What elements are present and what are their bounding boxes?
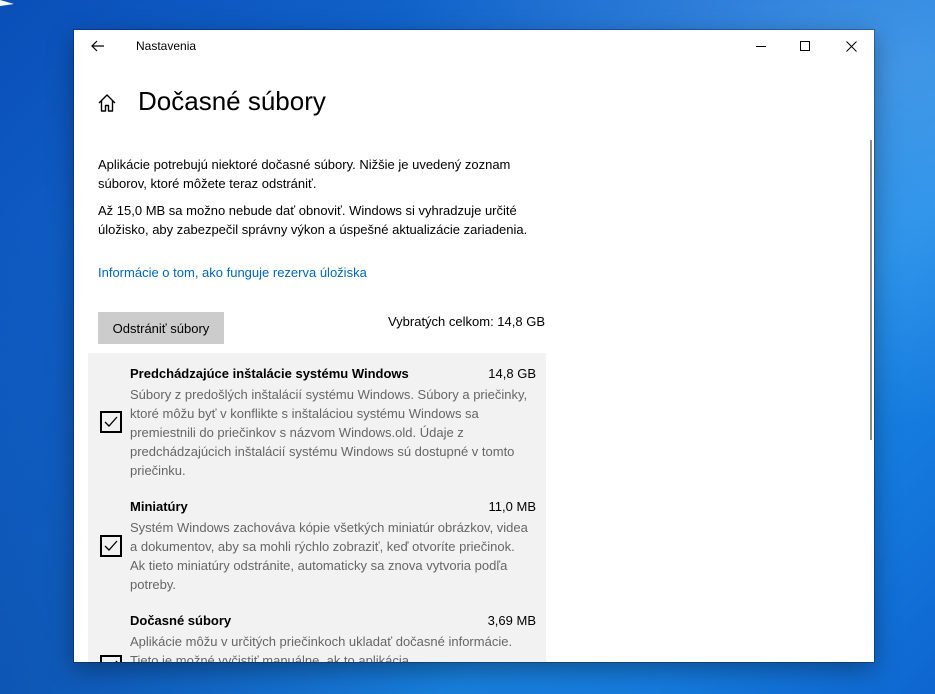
mouse-cursor-icon [0, 0, 14, 6]
maximize-icon [799, 40, 810, 51]
description-text: Aplikácie potrebujú niektoré dočasné súb… [98, 157, 511, 191]
arrow-left-icon [91, 40, 104, 52]
home-icon[interactable] [96, 92, 118, 114]
item-description: Aplikácie môžu v určitých priečinkoch uk… [130, 634, 513, 662]
item-checkbox[interactable] [100, 411, 122, 433]
title-bar: Nastavenia [74, 30, 874, 62]
page-title: Dočasné súbory [138, 86, 326, 116]
item-checkbox[interactable] [100, 655, 122, 662]
checkmark-icon [104, 540, 118, 551]
list-item: Dočasné súbory 3,69 MB Aplikácie môžu v … [88, 600, 546, 662]
close-button[interactable] [828, 30, 874, 62]
checkmark-icon [104, 416, 118, 427]
item-size: 11,0 MB [488, 499, 536, 514]
temp-files-list: Predchádzajúce inštalácie systému Window… [88, 353, 546, 662]
item-description: Systém Windows zachováva kópie všetkých … [130, 520, 528, 592]
settings-window: Nastavenia Dočasné súbory Aplikácie potr… [74, 30, 874, 662]
back-button[interactable] [86, 36, 110, 56]
item-title: Miniatúry [130, 499, 188, 514]
item-title: Dočasné súbory [130, 613, 232, 628]
storage-reserve-info-link[interactable]: Informácie o tom, ako funguje rezerva úl… [98, 265, 367, 280]
item-checkbox[interactable] [100, 535, 122, 557]
checkmark-icon [115, 660, 118, 662]
recovery-warning-text: Až 15,0 MB sa možno nebude dať obnoviť. … [98, 203, 528, 237]
item-title: Predchádzajúce inštalácie systému Window… [130, 366, 409, 381]
scrollbar[interactable] [870, 140, 872, 440]
total-selected-label: Vybratých celkom: 14,8 GB [387, 314, 545, 329]
delete-files-button[interactable]: Odstrániť súbory [98, 312, 224, 344]
window-title: Nastavenia [136, 39, 197, 53]
minimize-icon [755, 45, 766, 47]
item-size: 14,8 GB [488, 366, 536, 381]
minimize-button[interactable] [738, 30, 784, 62]
close-icon [845, 40, 857, 52]
item-description: Súbory z predošlých inštalácií systému W… [130, 387, 528, 478]
item-size: 3,69 MB [487, 613, 536, 628]
maximize-button[interactable] [782, 30, 828, 62]
